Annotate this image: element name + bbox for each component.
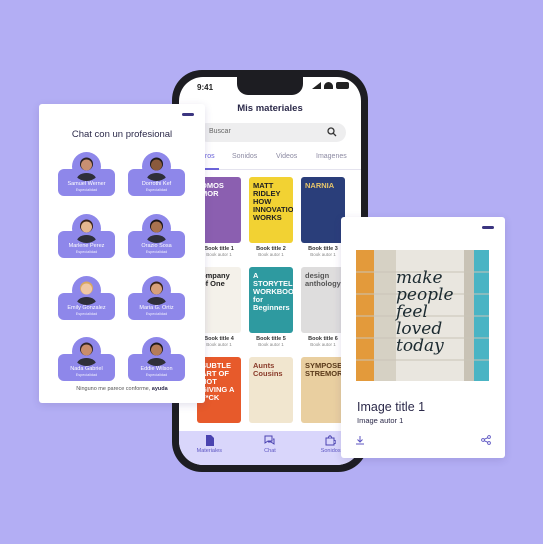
avatar [142, 214, 171, 243]
book-cover-text: A STORYTELLING WORKBOOK for Beginners [253, 271, 293, 312]
book-cover[interactable]: design anthology [301, 267, 345, 333]
bottom-tab-bar: Materiales Chat Sonidos [179, 431, 361, 465]
wifi-icon [324, 82, 333, 89]
professional-name: Nada Gabriel [70, 366, 103, 372]
professional-specialty: Especialidad [75, 312, 98, 316]
avatar-picture [76, 281, 97, 305]
avatar [142, 152, 171, 181]
book-author: Book autor 1 [258, 252, 284, 257]
search-bar[interactable]: Buscar [198, 123, 346, 142]
book-cover[interactable]: NARNIA [301, 177, 345, 243]
professional-name: Maria G. Ortiz [139, 305, 174, 311]
avatar-picture [146, 281, 167, 305]
share-icon[interactable] [481, 435, 491, 445]
avatar-picture [76, 157, 97, 181]
tabbar-item-chat[interactable]: Chat [245, 435, 295, 465]
puzzle-icon [325, 435, 337, 446]
avatar [72, 276, 101, 305]
book-cover-text: Aunts Cousins [253, 361, 283, 378]
phone-screen: 9:41 Mis materiales Buscar bros Sonidos … [179, 77, 361, 465]
image-title: Image title 1 [357, 400, 426, 414]
book-cover[interactable]: MATT RIDLEY HOW INNOVATION WORKS [249, 177, 293, 243]
professional-card[interactable]: Samuel Werner Especialidad [58, 152, 115, 196]
professional-name: Emily Gonzalez [67, 305, 106, 311]
tab-imagenes[interactable]: Imagenes [316, 153, 347, 160]
avatar [72, 337, 101, 366]
professional-specialty: Especialidad [145, 250, 168, 254]
professional-specialty: Especialidad [145, 312, 168, 316]
page-title: Mis materiales [237, 103, 303, 114]
professional-name: Samuel Werner [67, 181, 106, 187]
avatar-picture [76, 342, 97, 366]
chat-footer: Ninguno me parece conforme, ayuda [39, 386, 205, 392]
card-handle[interactable] [482, 226, 494, 229]
footer-text: Ninguno me parece conforme, [76, 386, 151, 392]
professional-name: Marlene Perez [68, 243, 105, 249]
chat-title: Chat con un profesional [71, 129, 173, 140]
book-cover-text: OMOS MOR [201, 181, 224, 198]
professional-card[interactable]: Dorrothi Kef Especialidad [128, 152, 185, 196]
professional-name: Eddie Wilson [140, 366, 173, 372]
card-handle[interactable] [182, 113, 194, 116]
material-tabs: bros Sonidos Videos Imagenes [179, 153, 361, 170]
book-caption: Book title 2 Book autor 1 [245, 246, 297, 257]
book-cover[interactable]: SYMPOSE STREMOR [301, 357, 345, 423]
professional-specialty: Especialidad [75, 373, 98, 377]
search-input[interactable]: Buscar [209, 128, 231, 135]
avatar-picture [146, 342, 167, 366]
image-photo[interactable]: make people feel loved today [356, 250, 489, 381]
book-cover-text: NARNIA [305, 181, 335, 190]
phone-notch [237, 77, 303, 95]
image-card: make people feel loved today Image title… [341, 217, 505, 458]
book-author: Book autor 1 [258, 342, 284, 347]
mural-text: make people feel loved today [396, 268, 454, 356]
book-cover[interactable]: Aunts Cousins [249, 357, 293, 423]
battery-icon [336, 82, 349, 89]
professional-card[interactable]: Marlene Perez Especialidad [58, 214, 115, 258]
avatar-picture [76, 219, 97, 243]
professional-name: Dorrothi Kef [141, 181, 172, 187]
professional-card[interactable]: Emily Gonzalez Especialidad [58, 276, 115, 320]
search-icon[interactable] [327, 127, 337, 137]
tabbar-label: Chat [264, 448, 276, 454]
chat-icon [264, 435, 275, 445]
professional-specialty: Especialidad [145, 373, 168, 377]
book-cover-text: ompany of One [201, 271, 230, 288]
book-cover-text: SUBTLE ART OF NOT GIVING A F*CK [201, 361, 235, 402]
professional-card[interactable]: Eddie Wilson Especialidad [128, 337, 185, 381]
professional-card[interactable]: Maria G. Ortiz Especialidad [128, 276, 185, 320]
signal-icon [312, 82, 321, 89]
avatar [142, 337, 171, 366]
book-cover[interactable]: A STORYTELLING WORKBOOK for Beginners [249, 267, 293, 333]
professional-specialty: Especialidad [145, 188, 168, 192]
professional-specialty: Especialidad [75, 250, 98, 254]
avatar-picture [146, 157, 167, 181]
tabbar-item-materiales[interactable]: Materiales [184, 435, 234, 465]
book-cover-text: MATT RIDLEY HOW INNOVATION WORKS [253, 181, 293, 222]
image-author: Image autor 1 [357, 416, 404, 425]
tab-videos[interactable]: Videos [276, 153, 297, 160]
professional-name: Orazio Sosa [141, 243, 172, 249]
book-caption: Book title 5 Book autor 1 [245, 336, 297, 347]
help-link[interactable]: ayuda [152, 386, 168, 392]
book-cover-text: design anthology [305, 271, 341, 288]
status-icons [312, 82, 349, 89]
status-time: 9:41 [197, 83, 214, 92]
avatar [142, 276, 171, 305]
download-icon[interactable] [355, 435, 365, 445]
book-cover-text: SYMPOSE STREMOR [305, 361, 343, 378]
tabbar-label: Sonidos [320, 448, 341, 454]
avatar [72, 152, 101, 181]
document-icon [205, 435, 214, 446]
avatar-picture [146, 219, 167, 243]
professional-specialty: Especialidad [75, 188, 98, 192]
avatar [72, 214, 101, 243]
professional-card[interactable]: Nada Gabriel Especialidad [58, 337, 115, 381]
tabbar-label: Materiales [196, 448, 223, 454]
professional-card[interactable]: Orazio Sosa Especialidad [128, 214, 185, 258]
chat-card: Chat con un profesional Samuel Werner Esp… [39, 104, 205, 403]
tab-sonidos[interactable]: Sonidos [232, 153, 257, 160]
